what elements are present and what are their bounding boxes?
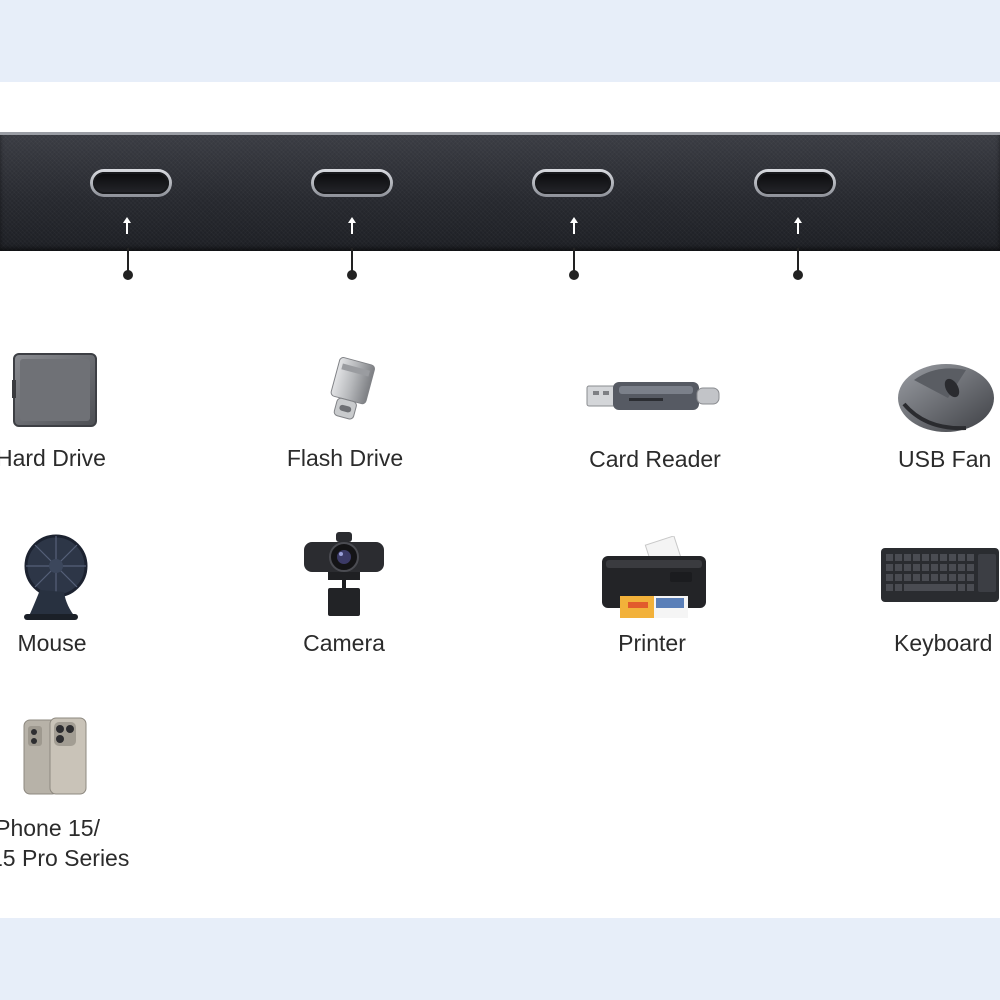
- item-label-keyboard: Keyboard: [894, 630, 993, 656]
- connector-dot: [347, 270, 357, 280]
- mouse-icon: [896, 360, 996, 436]
- connector-dot: [123, 270, 133, 280]
- camera-icon: [302, 528, 386, 618]
- item-label-camera: Camera: [303, 630, 385, 656]
- up-arrow-icon: [123, 217, 131, 234]
- item-label-hard-drive: Hard Drive: [0, 445, 106, 471]
- usb-c-port-3: [532, 169, 614, 197]
- hard-drive-icon: [10, 350, 100, 428]
- connector-dot: [793, 270, 803, 280]
- usb-c-port-4: [754, 169, 836, 197]
- flash-drive-icon: [316, 356, 382, 426]
- item-label-phone-line2: 15 Pro Series: [0, 845, 130, 871]
- product-panel: Hard Drive Flash Drive Card Reader USB F…: [0, 82, 1000, 918]
- printer-icon: [598, 536, 710, 622]
- fan-icon: [18, 530, 88, 622]
- connector-dot: [569, 270, 579, 280]
- item-label-phone-line1: iPhone 15/: [0, 815, 100, 841]
- usb-c-port-1: [90, 169, 172, 197]
- item-label-usb-fan: USB Fan: [898, 446, 992, 472]
- keyboard-icon: [880, 544, 1000, 604]
- up-arrow-icon: [794, 217, 802, 234]
- usb-hub-body: [0, 132, 1000, 251]
- usb-c-port-2: [311, 169, 393, 197]
- item-label-flash-drive: Flash Drive: [286, 445, 404, 471]
- card-reader-icon: [585, 378, 723, 414]
- item-label-printer: Printer: [618, 630, 686, 656]
- phone-icon: [22, 716, 88, 796]
- up-arrow-icon: [570, 217, 578, 234]
- item-label-mouse: Mouse: [17, 630, 87, 656]
- item-label-card-reader: Card Reader: [589, 446, 721, 472]
- up-arrow-icon: [348, 217, 356, 234]
